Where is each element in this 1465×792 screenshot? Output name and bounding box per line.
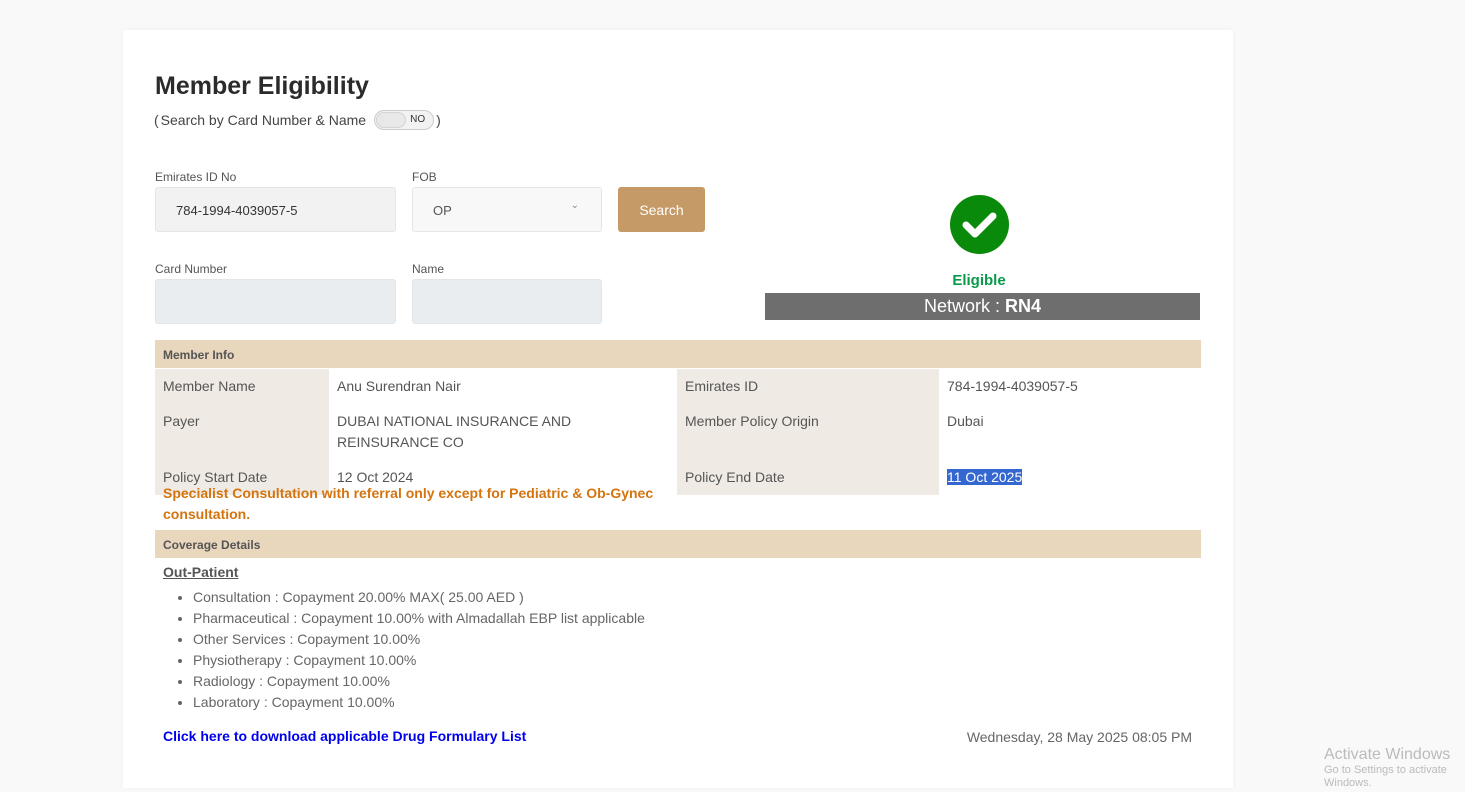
card-number-label: Card Number [155, 262, 228, 276]
field-value: Anu Surendran Nair [337, 378, 461, 394]
list-item: Radiology : Copayment 10.00% [193, 671, 645, 692]
name-input[interactable] [412, 279, 602, 324]
fob-select[interactable]: OP ⌄ [412, 187, 602, 232]
activation-watermark-box: Activate Windows Go to Settings to activ… [1324, 746, 1464, 790]
download-formulary-link[interactable]: Click here to download applicable Drug F… [163, 728, 526, 744]
timestamp: Wednesday, 28 May 2025 08:05 PM [966, 729, 1192, 745]
page-title: Member Eligibility [155, 72, 369, 100]
toggle-state: NO [410, 114, 426, 125]
emirates-id-input[interactable]: 784-1994-4039057-5 [155, 187, 396, 232]
list-item: Consultation : Copayment 20.00% MAX( 25.… [193, 587, 645, 608]
field-label: Payer [155, 404, 329, 460]
network-label: Network : [923, 296, 1000, 316]
field-value: DUBAI NATIONAL INSURANCE AND REINSURANCE… [337, 413, 572, 450]
field-label: Policy End Date [677, 460, 939, 495]
search-mode-toggle[interactable]: NO [374, 110, 435, 130]
name-label: Name [412, 262, 445, 276]
member-info-table: Member Name Anu Surendran Nair Emirates ID… [155, 369, 1201, 495]
card-number-input[interactable] [155, 279, 396, 324]
activation-watermark: Activate Windows [1324, 746, 1451, 763]
network-bar: Network : RN4 [765, 293, 1200, 320]
eligibility-card: Member Eligibility ( Search by Card Numb… [123, 30, 1233, 788]
chevron-down-icon: ⌄ [570, 200, 579, 211]
activation-watermark-sub: Go to Settings to activate Windows. [1324, 764, 1447, 789]
referral-note: Specialist Consultation with referral on… [163, 485, 654, 522]
list-item: Laboratory : Copayment 10.00% [193, 692, 645, 713]
toggle-knob [376, 112, 407, 128]
fob-value: OP [433, 203, 452, 218]
coverage-category: Out-Patient [163, 564, 239, 580]
table-row: Member Name Anu Surendran Nair Emirates ID… [155, 369, 1201, 404]
field-label: Member Name [155, 369, 329, 404]
emirates-id-label: Emirates ID No [155, 170, 237, 184]
list-item: Other Services : Copayment 10.00% [193, 629, 645, 650]
search-button[interactable]: Search [618, 187, 705, 232]
field-value: Dubai [947, 413, 984, 429]
eligibility-status: Eligible [952, 272, 1006, 289]
list-item: Pharmaceutical : Copayment 10.00% with A… [193, 608, 645, 629]
check-circle-icon [950, 195, 1009, 254]
field-label: Emirates ID [677, 369, 939, 404]
search-mode-row: ( Search by Card Number & Name NO ) [154, 110, 441, 130]
table-row: Payer DUBAI NATIONAL INSURANCE AND REINSU… [155, 404, 1201, 460]
field-value: 784-1994-4039057-5 [947, 378, 1078, 394]
paren-close: ) [436, 112, 441, 128]
coverage-header: Coverage Details [155, 530, 1201, 558]
field-label: Member Policy Origin [677, 404, 939, 460]
selected-text: 11 Oct 2025 [947, 469, 1023, 485]
coverage-list: Consultation : Copayment 20.00% MAX( 25.… [193, 587, 645, 713]
list-item: Physiotherapy : Copayment 10.00% [193, 650, 645, 671]
member-info-header: Member Info [155, 340, 1201, 368]
fob-label: FOB [412, 170, 437, 184]
search-mode-label: Search by Card Number & Name [160, 112, 367, 128]
network-value: RN4 [1005, 296, 1042, 316]
field-value: 11 Oct 2025 [939, 460, 1201, 495]
paren-open: ( [154, 112, 159, 128]
